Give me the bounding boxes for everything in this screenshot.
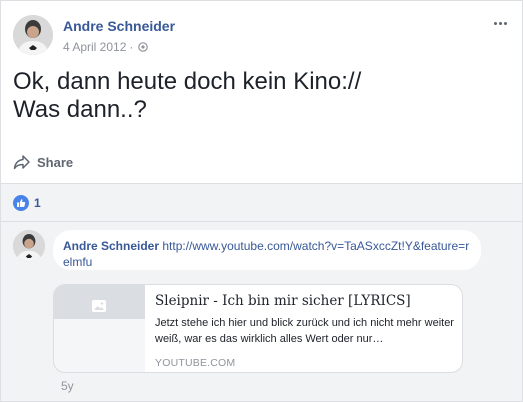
avatar-photo (13, 15, 53, 55)
share-icon (13, 155, 30, 170)
post-text: Ok, dann heute doch kein Kino:// Was dan… (13, 68, 362, 123)
reaction-count[interactable]: 1 (34, 196, 41, 210)
link-preview-card[interactable]: Sleipnir - Ich bin mir sicher [LYRICS] J… (53, 284, 463, 373)
commenter-avatar[interactable] (13, 230, 45, 262)
more-options-button[interactable] (489, 15, 511, 31)
audience-icon[interactable] (138, 42, 149, 52)
post-date[interactable]: 4 April 2012 (63, 40, 126, 54)
post-meta: 4 April 2012 · (63, 40, 149, 54)
more-dot-icon (503, 21, 507, 25)
thumbs-up-icon (17, 199, 26, 207)
share-button[interactable]: Share (13, 151, 73, 173)
like-icon (13, 195, 29, 211)
avatar-photo (13, 230, 45, 262)
post-header: Andre Schneider 4 April 2012 · (13, 13, 513, 59)
thumbnail-placeholder (54, 319, 145, 372)
avatar[interactable] (13, 15, 53, 55)
commenter-name[interactable]: Andre Schneider (63, 239, 159, 253)
author-name[interactable]: Andre Schneider (63, 18, 175, 34)
more-dot-icon (493, 21, 497, 25)
comment-bubble: Andre Schneider http://www.youtube.com/w… (53, 230, 481, 270)
preview-title: Sleipnir - Ich bin mir sicher [LYRICS] (155, 293, 411, 309)
share-label: Share (37, 154, 74, 170)
comment-timestamp[interactable]: 5y (61, 379, 74, 393)
post-card: Andre Schneider 4 April 2012 · Ok, dann … (0, 0, 523, 402)
reactions-summary[interactable]: 1 (13, 195, 41, 211)
preview-description: Jetzt stehe ich hier und blick zurück un… (155, 317, 454, 345)
preview-domain: YOUTUBE.COM (155, 357, 236, 369)
preview-thumbnail (54, 285, 145, 372)
meta-separator: · (129, 40, 134, 54)
image-placeholder-icon (92, 300, 106, 312)
divider (1, 221, 522, 222)
more-dot-icon (498, 21, 502, 25)
comments-area: 1 Andre Schneider http://www.youtube.com… (1, 184, 522, 401)
